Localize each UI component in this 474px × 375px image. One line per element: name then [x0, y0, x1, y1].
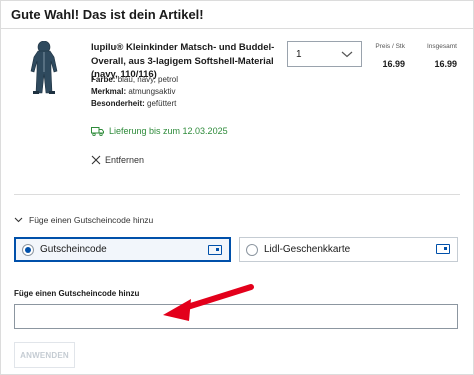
product-image[interactable]: [29, 41, 59, 96]
radio-button[interactable]: [22, 243, 34, 256]
quantity-select[interactable]: 1: [287, 41, 362, 67]
attribute-value: atmungsaktiv: [128, 87, 176, 96]
close-icon: [91, 155, 101, 165]
coupon-field-label: Füge einen Gutscheincode hinzu: [14, 289, 140, 298]
total-header: Insgesamt: [427, 43, 457, 50]
card-icon: [208, 245, 222, 255]
red-arrow-annotation: [163, 284, 254, 321]
coupon-toggle[interactable]: Füge einen Gutscheincode hinzu: [14, 215, 153, 225]
chevron-down-icon: [14, 217, 23, 223]
price-per-unit-header: Preis / Stk: [375, 43, 405, 50]
delivery-info: Lieferung bis zum 12.03.2025: [91, 126, 228, 136]
attribute-feature: Merkmal: atmungsaktiv: [91, 86, 176, 97]
coupon-toggle-label: Füge einen Gutscheincode hinzu: [29, 215, 154, 225]
section-divider: [14, 194, 460, 195]
remove-button[interactable]: Entfernen: [91, 155, 144, 165]
attribute-label: Farbe:: [91, 75, 116, 84]
radio-button[interactable]: [246, 243, 258, 256]
total-price: 16.99: [434, 59, 457, 69]
card-icon: [436, 244, 450, 254]
attribute-value: blau, navy, petrol: [117, 75, 179, 84]
truck-icon: [91, 126, 104, 136]
apply-button[interactable]: ANWENDEN: [14, 342, 75, 368]
attribute-label: Merkmal:: [91, 87, 127, 96]
delivery-text: Lieferung bis zum 12.03.2025: [109, 126, 228, 136]
quantity-value: 1: [296, 48, 302, 60]
header-divider: [1, 28, 474, 29]
option-label: Gutscheincode: [40, 244, 107, 255]
unit-price: 16.99: [382, 59, 405, 69]
cart-item-panel: Gute Wahl! Das ist dein Artikel! lupilu®…: [0, 0, 474, 375]
remove-label: Entfernen: [105, 155, 145, 165]
option-gift-card[interactable]: Lidl-Geschenkkarte: [239, 237, 458, 262]
option-label: Lidl-Geschenkkarte: [264, 244, 351, 255]
chevron-down-icon: [341, 51, 353, 57]
option-coupon-code[interactable]: Gutscheincode: [14, 237, 231, 262]
attribute-special: Besonderheit: gefüttert: [91, 98, 176, 109]
attribute-value: gefüttert: [147, 99, 177, 108]
page-title: Gute Wahl! Das ist dein Artikel!: [11, 7, 204, 22]
attribute-color: Farbe: blau, navy, petrol: [91, 74, 178, 85]
attribute-label: Besonderheit:: [91, 99, 145, 108]
